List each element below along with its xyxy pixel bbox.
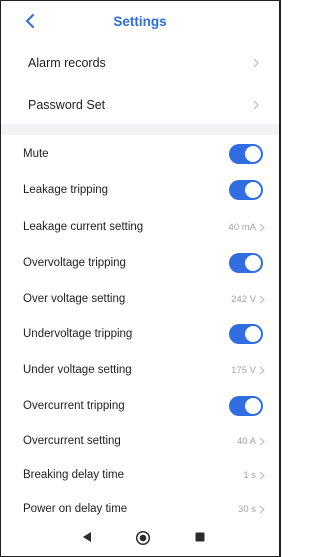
mute-toggle[interactable] [229,144,263,164]
chevron-right-icon [259,295,265,303]
circle-home-icon [135,530,151,546]
leakage-current-setting-row[interactable]: Leakage current setting 40 mA [1,215,279,239]
breaking-delay-value: 1 s [243,469,256,481]
overcurrent-setting-row[interactable]: Overcurrent setting 40 A [1,429,279,453]
under-voltage-setting-label: Under voltage setting [23,364,132,376]
leakage-current-value: 40 mA [228,221,256,233]
chevron-right-icon [259,223,265,231]
overcurrent-tripping-toggle[interactable] [229,396,263,416]
overvoltage-tripping-toggle[interactable] [229,253,263,273]
leakage-tripping-row: Leakage tripping [1,178,279,202]
leakage-tripping-label: Leakage tripping [23,184,109,196]
alarm-records-label: Alarm records [28,56,106,70]
system-nav-bar [1,520,279,556]
overcurrent-tripping-label: Overcurrent tripping [23,400,125,412]
power-on-delay-value: 30 s [238,503,256,515]
alarm-records-row[interactable]: Alarm records [1,49,279,77]
chevron-right-icon [259,505,265,513]
undervoltage-tripping-toggle[interactable] [229,324,263,344]
undervoltage-tripping-row: Undervoltage tripping [1,322,279,346]
back-button[interactable] [23,11,37,31]
breaking-delay-time-label: Breaking delay time [23,469,124,481]
toggle-knob [245,182,261,198]
password-set-label: Password Set [28,98,106,112]
toggle-knob [245,398,261,414]
page-title: Settings [113,13,167,29]
under-voltage-value: 175 V [231,364,256,376]
over-voltage-setting-row[interactable]: Over voltage setting 242 V [1,287,279,311]
breaking-delay-time-row[interactable]: Breaking delay time 1 s [1,463,279,487]
mute-row: Mute [1,142,279,166]
overvoltage-tripping-label: Overvoltage tripping [23,257,126,269]
leakage-tripping-toggle[interactable] [229,180,263,200]
under-voltage-setting-row[interactable]: Under voltage setting 175 V [1,358,279,382]
overvoltage-tripping-row: Overvoltage tripping [1,251,279,275]
triangle-back-icon [83,532,91,542]
section-divider [1,124,279,135]
chevron-right-icon [253,58,259,68]
system-home-button[interactable] [135,530,151,546]
mute-label: Mute [23,148,49,160]
overcurrent-value: 40 A [236,435,256,447]
chevron-right-icon [259,437,265,445]
power-on-delay-time-row[interactable]: Power on delay time 30 s [1,497,279,521]
over-voltage-setting-label: Over voltage setting [23,293,126,305]
password-set-row[interactable]: Password Set [1,91,279,119]
header-bar: Settings [1,1,279,41]
toggle-knob [245,255,261,271]
chevron-left-icon [26,14,34,28]
toggle-knob [245,146,261,162]
system-back-button[interactable] [80,530,96,546]
app-frame: Settings Alarm records Password Set Mute… [0,0,281,557]
power-on-delay-time-label: Power on delay time [23,503,128,515]
chevron-right-icon [259,471,265,479]
toggle-knob [245,326,261,342]
overcurrent-tripping-row: Overcurrent tripping [1,394,279,418]
leakage-current-setting-label: Leakage current setting [23,221,144,233]
chevron-right-icon [259,366,265,374]
chevron-right-icon [253,100,259,110]
over-voltage-value: 242 V [231,293,256,305]
undervoltage-tripping-label: Undervoltage tripping [23,328,133,340]
square-recents-icon [195,532,205,542]
system-recents-button[interactable] [193,530,209,546]
overcurrent-setting-label: Overcurrent setting [23,435,121,447]
